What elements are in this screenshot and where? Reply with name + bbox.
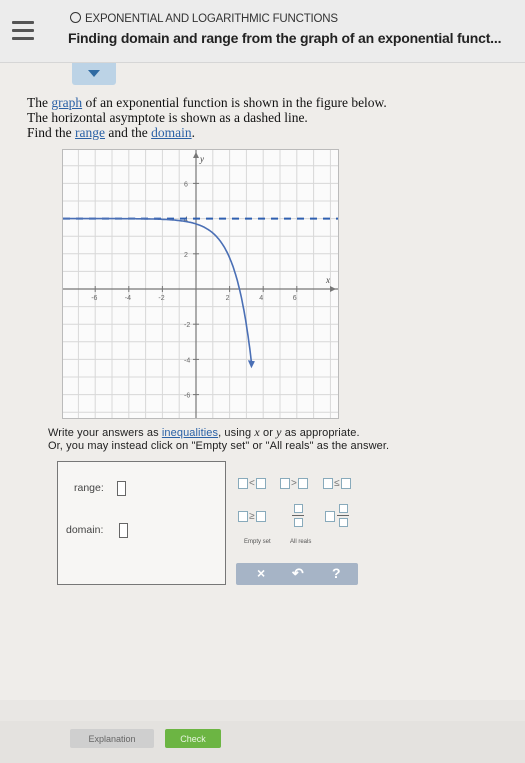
domain-input[interactable] — [119, 523, 128, 538]
explanation-button[interactable]: Explanation — [70, 729, 154, 748]
help-button[interactable]: ? — [332, 565, 341, 581]
domain-link[interactable]: domain — [151, 125, 192, 140]
x-tick-label: 4 — [259, 295, 263, 302]
mixed-number-button[interactable] — [325, 508, 335, 524]
topic-subtitle: EXPONENTIAL AND LOGARITHMIC FUNCTIONS — [70, 12, 338, 25]
range-link[interactable]: range — [75, 125, 105, 140]
exponential-curve — [63, 217, 253, 363]
range-label: range: — [74, 482, 104, 494]
greater-equal-button[interactable]: ≥ — [238, 508, 266, 524]
domain-label: domain: — [66, 524, 104, 536]
graph-link[interactable]: graph — [51, 95, 82, 110]
function-graph: x y -6 -4 -2 2 4 6 6 4 2 -2 -4 -6 — [62, 149, 339, 419]
all-reals-button[interactable]: All reals — [290, 539, 311, 545]
problem-text: The graph of an exponential function is … — [27, 95, 387, 140]
answer-box: range: domain: — [57, 461, 226, 585]
y-axis-label: y — [199, 154, 204, 164]
graph-svg: xy-6 -4 -2 2 4 6642-2-4-6 — [63, 150, 338, 418]
x-tick-label: -2 — [158, 295, 164, 302]
instructions: Write your answers as inequalities, usin… — [48, 425, 390, 453]
x-tick-label: 2 — [226, 295, 230, 302]
x-axis-label: x — [325, 275, 330, 285]
x-axis-arrow — [330, 286, 336, 292]
x-tick-label: 6 — [293, 295, 297, 302]
y-tick-label: -6 — [184, 393, 190, 400]
inequalities-link[interactable]: inequalities — [162, 427, 218, 439]
footer: Explanation Check — [0, 721, 525, 763]
curve-arrow — [247, 360, 255, 369]
clear-button[interactable]: × — [257, 565, 265, 581]
collapse-toggle[interactable] — [72, 63, 116, 85]
x-tick-label: -6 — [91, 295, 97, 302]
content-area: The graph of an exponential function is … — [0, 63, 525, 763]
empty-set-button[interactable]: Empty set — [244, 539, 271, 545]
mixed-fraction-part[interactable] — [337, 503, 349, 529]
less-equal-button[interactable]: ≤ — [323, 475, 351, 491]
undo-icon[interactable]: ↶ — [292, 565, 304, 582]
y-tick-label: -2 — [184, 322, 190, 329]
chevron-down-icon — [88, 70, 100, 77]
hamburger-icon[interactable] — [12, 21, 34, 41]
less-than-button[interactable]: < — [238, 475, 266, 491]
x-tick-label: -4 — [125, 295, 131, 302]
page-title: Finding domain and range from the graph … — [68, 30, 502, 46]
y-tick-label: 2 — [184, 252, 188, 259]
y-tick-label: 6 — [184, 181, 188, 188]
fraction-button[interactable] — [292, 503, 304, 529]
greater-than-button[interactable]: > — [280, 475, 308, 491]
action-bar: × ↶ ? — [236, 563, 358, 585]
topic-circle-icon — [70, 12, 81, 23]
top-bar: EXPONENTIAL AND LOGARITHMIC FUNCTIONS Fi… — [0, 0, 525, 63]
y-tick-label: -4 — [184, 357, 190, 364]
y-axis-arrow — [193, 152, 199, 158]
range-input[interactable] — [117, 481, 126, 496]
check-button[interactable]: Check — [165, 729, 221, 748]
